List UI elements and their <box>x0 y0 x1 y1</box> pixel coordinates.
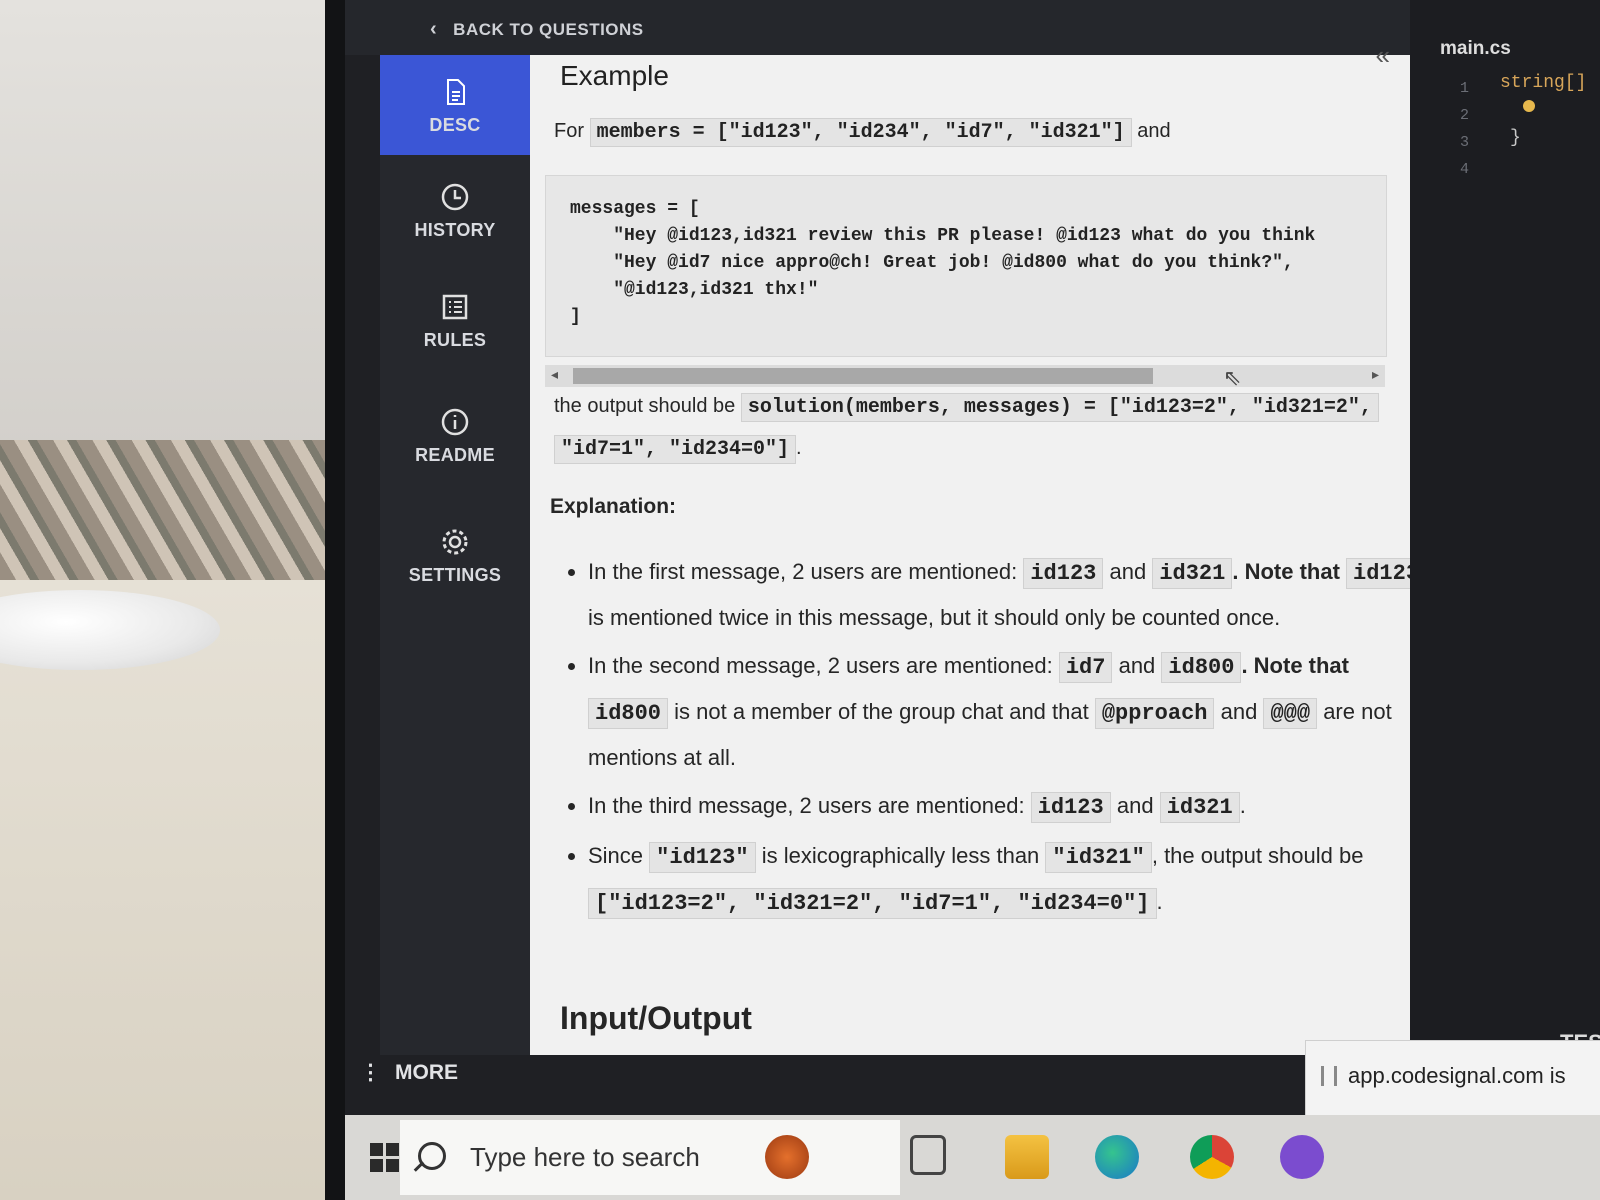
scroll-left-icon[interactable]: ◂ <box>551 366 558 383</box>
scrollbar-thumb[interactable] <box>573 368 1153 384</box>
nav-settings[interactable]: SETTINGS <box>380 505 530 605</box>
file-explorer-icon[interactable] <box>1005 1135 1049 1179</box>
vertical-dots-icon: ⋮ <box>360 1061 381 1084</box>
background-bed <box>0 440 360 580</box>
nav-history[interactable]: HISTORY <box>380 160 530 260</box>
members-code: members = ["id123", "id234", "id7", "id3… <box>589 118 1132 147</box>
more-button[interactable]: ⋮ MORE <box>360 1060 458 1085</box>
messages-code: messages = [ "Hey @id123,id321 review th… <box>570 199 1316 327</box>
lightbulb-icon[interactable] <box>1523 100 1535 112</box>
sidebar-nav: DESC HISTORY RULES README SETTINGS <box>380 55 530 1055</box>
list-item: In the first message, 2 users are mentio… <box>588 550 1428 640</box>
screen: ‹ BACK TO QUESTIONS DESC HISTORY RULES RE… <box>345 0 1600 1200</box>
explanation-label: Explanation: <box>550 495 677 518</box>
chrome-icon[interactable] <box>1190 1135 1234 1179</box>
pumpkin-widget-icon[interactable] <box>765 1135 809 1179</box>
nav-desc[interactable]: DESC <box>380 55 530 155</box>
output-line-2: "id7=1", "id234=0"]. <box>554 435 802 464</box>
editor-line-3: } <box>1510 128 1521 148</box>
notification-banner[interactable]: app.codesignal.com is <box>1305 1040 1600 1117</box>
list-icon <box>442 294 468 320</box>
viber-icon[interactable] <box>1280 1135 1324 1179</box>
members-line: For members = ["id123", "id234", "id7", … <box>554 118 1171 147</box>
scroll-right-icon[interactable]: ▸ <box>1372 366 1379 383</box>
back-to-questions-link[interactable]: ‹ BACK TO QUESTIONS <box>430 18 644 41</box>
list-item: In the third message, 2 users are mentio… <box>588 784 1428 830</box>
output-code-2: "id7=1", "id234=0"] <box>554 435 797 464</box>
taskbar: Type here to search <box>345 1115 1600 1200</box>
list-item: In the second message, 2 users are menti… <box>588 644 1428 780</box>
clock-icon <box>441 183 469 211</box>
nav-readme[interactable]: README <box>380 385 530 485</box>
code-editor[interactable]: main.cs 1 2 3 4 string[] } TEST <box>1410 0 1600 1060</box>
chevron-left-icon: ‹ <box>430 18 438 40</box>
editor-line-1: string[] <box>1500 73 1587 93</box>
nav-rules[interactable]: RULES <box>380 270 530 370</box>
pause-icon <box>1321 1066 1337 1086</box>
output-line-1: the output should be solution(members, m… <box>554 393 1379 422</box>
info-icon <box>441 408 469 436</box>
edge-icon[interactable] <box>1095 1135 1139 1179</box>
gear-icon <box>442 529 468 555</box>
taskbar-search[interactable]: Type here to search <box>400 1120 900 1195</box>
output-code-1: solution(members, messages) = ["id123=2"… <box>740 393 1379 422</box>
messages-code-block: messages = [ "Hey @id123,id321 review th… <box>545 175 1387 357</box>
background-table <box>0 580 380 1200</box>
task-view-icon[interactable] <box>910 1135 946 1175</box>
editor-filename-tab[interactable]: main.cs <box>1440 38 1511 60</box>
background-wall <box>0 0 380 470</box>
double-chevron-left-icon[interactable]: « <box>1376 40 1390 71</box>
description-panel: Example « For members = ["id123", "id234… <box>530 40 1427 1055</box>
mouse-cursor-icon: ⇖ <box>1223 365 1242 390</box>
horizontal-scrollbar[interactable]: ◂ ▸ <box>545 365 1385 387</box>
example-title: Example <box>560 60 669 91</box>
document-icon <box>447 79 465 105</box>
input-output-heading: Input/Output <box>560 1000 752 1036</box>
explanation-list: In the first message, 2 users are mentio… <box>566 550 1428 930</box>
line-number-gutter: 1 2 3 4 <box>1460 80 1470 178</box>
windows-start-icon[interactable] <box>370 1143 400 1173</box>
search-icon <box>418 1142 446 1170</box>
list-item: Since "id123" is lexicographically less … <box>588 834 1428 926</box>
